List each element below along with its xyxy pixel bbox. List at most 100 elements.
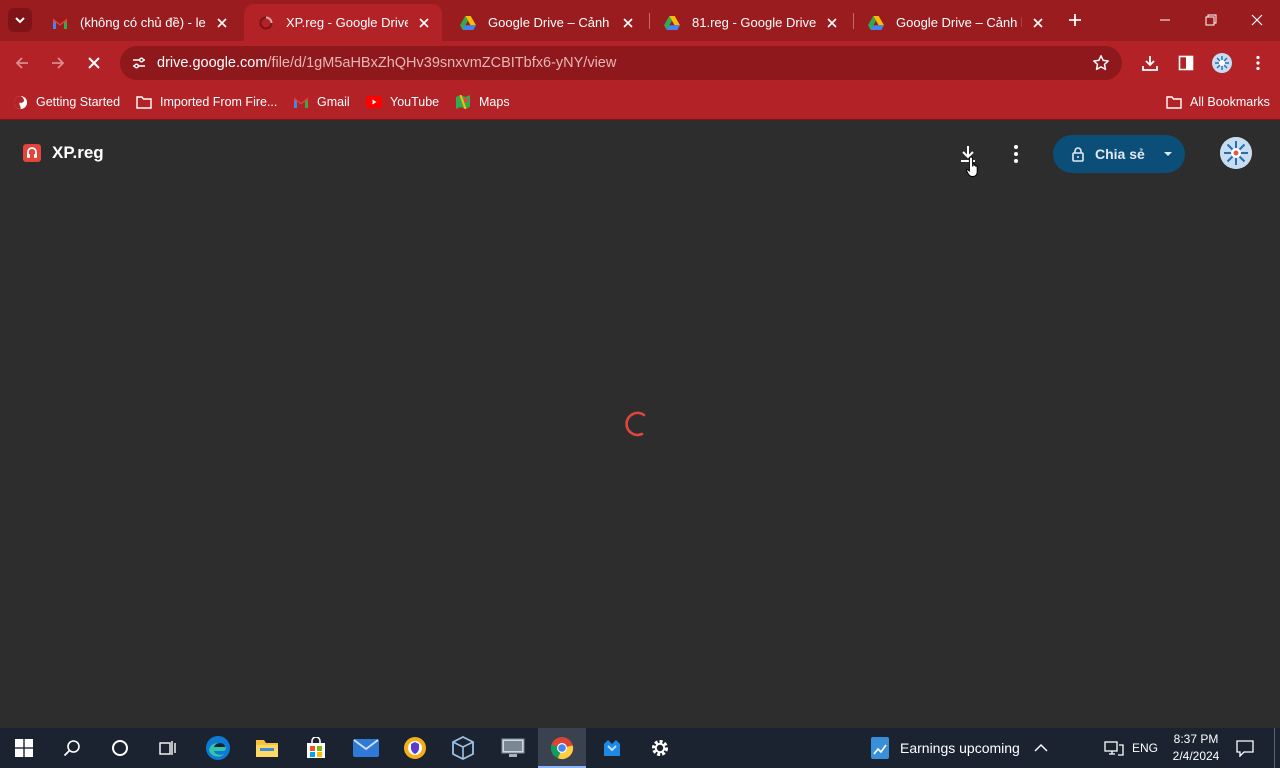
tab-gmail[interactable]: (không có chủ đề) - lecon — [38, 4, 240, 41]
news-widget[interactable]: Earnings upcoming — [870, 728, 1020, 768]
bookmark-youtube[interactable]: YouTube — [366, 91, 439, 113]
system-clock[interactable]: 8:37 PM 2/4/2024 — [1166, 731, 1226, 765]
firefox-icon — [12, 94, 28, 110]
address-bar[interactable]: drive.google.com/file/d/1gM5aHBxZhQHv39s… — [120, 46, 1122, 80]
stock-news-icon — [871, 737, 889, 759]
bookmark-imported-folder[interactable]: Imported From Fire... — [136, 91, 277, 113]
bookmark-label: Getting Started — [36, 95, 121, 109]
restore-icon — [1205, 14, 1217, 26]
taskbar-remote-desktop[interactable] — [489, 728, 537, 768]
taskbar-vpn-app[interactable] — [391, 728, 439, 768]
all-bookmarks-button[interactable]: All Bookmarks — [1166, 91, 1270, 113]
notifications-button[interactable] — [1236, 728, 1258, 768]
edge-icon — [206, 736, 230, 760]
tab-title: Google Drive – Cảnh báo — [896, 15, 1022, 30]
arrow-left-icon — [15, 57, 28, 69]
chevron-down-icon — [15, 17, 25, 24]
clock-time: 8:37 PM — [1173, 732, 1219, 746]
loading-spinner-icon — [625, 411, 646, 437]
file-name: XP.reg — [52, 143, 104, 162]
news-label: Earnings upcoming — [900, 740, 1020, 756]
bookmark-maps[interactable]: Maps — [455, 91, 510, 113]
reg-file-icon — [23, 144, 41, 162]
language-indicator[interactable]: ENG — [1132, 728, 1158, 768]
browser-menu-button[interactable] — [1246, 51, 1270, 75]
close-icon — [88, 57, 100, 69]
forward-button[interactable] — [46, 51, 70, 75]
search-icon — [63, 740, 80, 757]
caret-down-icon[interactable] — [1163, 150, 1173, 158]
virtualbox-icon — [452, 736, 474, 760]
bookmark-label: YouTube — [390, 95, 440, 109]
tab-xp-reg[interactable]: XP.reg - Google Drive — [244, 4, 442, 41]
taskbar-file-explorer[interactable] — [243, 728, 291, 768]
more-vert-icon — [1256, 55, 1260, 71]
more-vert-icon[interactable] — [1004, 142, 1028, 166]
google-drive-icon — [868, 15, 884, 31]
arrow-right-icon — [52, 57, 65, 69]
chevron-up-icon — [1034, 743, 1048, 752]
taskbar-settings[interactable] — [636, 728, 684, 768]
taskbar-mail[interactable] — [342, 728, 390, 768]
gmail-icon — [293, 94, 309, 110]
site-info-icon[interactable] — [130, 54, 148, 72]
tab-title: 81.reg - Google Drive — [692, 15, 816, 30]
task-view-button[interactable] — [144, 728, 192, 768]
back-button[interactable] — [10, 51, 34, 75]
new-tab-button[interactable] — [1064, 9, 1086, 31]
account-avatar[interactable] — [1220, 137, 1252, 169]
start-button[interactable] — [0, 728, 48, 768]
tab-title: Google Drive – Cảnh báo — [488, 15, 612, 30]
taskbar-app[interactable] — [588, 728, 636, 768]
lock-icon — [1072, 147, 1084, 162]
close-tab-icon[interactable] — [214, 15, 230, 31]
taskbar-chrome[interactable] — [538, 728, 586, 768]
close-icon — [1251, 14, 1263, 26]
bookmark-getting-started[interactable]: Getting Started — [12, 91, 120, 113]
taskbar-store[interactable] — [292, 728, 340, 768]
close-window-button[interactable] — [1242, 6, 1272, 34]
folder-icon — [1166, 94, 1182, 110]
taskbar-virtualbox[interactable] — [439, 728, 487, 768]
close-tab-icon[interactable] — [620, 15, 636, 31]
cortana-icon — [112, 740, 128, 756]
bookmark-star-icon[interactable] — [1092, 54, 1110, 72]
browser-toolbar: drive.google.com/file/d/1gM5aHBxZhQHv39s… — [0, 41, 1280, 85]
windows-taskbar: Earnings upcoming ENG 8:37 PM 2/4/2024 — [0, 728, 1280, 768]
avatar-icon — [1212, 53, 1232, 73]
bookmarks-bar: Getting Started Imported From Fire... Gm… — [0, 85, 1280, 120]
stop-loading-button[interactable] — [82, 51, 106, 75]
task-view-icon — [159, 741, 176, 755]
chrome-icon — [550, 737, 574, 760]
maps-icon — [455, 94, 471, 110]
windows-logo-icon — [15, 739, 33, 757]
tab-search-button[interactable] — [8, 8, 32, 32]
bookmark-label: Maps — [479, 95, 510, 109]
tab-81-reg[interactable]: 81.reg - Google Drive — [650, 4, 850, 41]
taskbar-edge[interactable] — [194, 728, 242, 768]
show-desktop-button[interactable] — [1274, 728, 1275, 768]
download-icon — [1142, 56, 1158, 71]
side-panel-button[interactable] — [1174, 51, 1198, 75]
shield-icon — [404, 737, 426, 759]
hand-cursor-icon — [966, 156, 978, 178]
share-label: Chia sẻ — [1095, 146, 1145, 162]
minimize-button[interactable] — [1150, 6, 1180, 34]
close-tab-icon[interactable] — [1030, 15, 1046, 31]
cortana-button[interactable] — [96, 728, 144, 768]
downloads-button[interactable] — [1138, 51, 1162, 75]
bookmark-gmail[interactable]: Gmail — [293, 91, 350, 113]
google-drive-icon — [664, 15, 680, 31]
share-button[interactable]: Chia sẻ — [1053, 135, 1185, 173]
profile-avatar[interactable] — [1210, 51, 1234, 75]
restore-button[interactable] — [1196, 6, 1226, 34]
tab-drive-warning-1[interactable]: Google Drive – Cảnh báo — [446, 4, 646, 41]
drive-file-viewer: XP.reg Chia sẻ — [0, 121, 1280, 728]
tab-drive-warning-2[interactable]: Google Drive – Cảnh báo — [854, 4, 1056, 41]
network-button[interactable] — [1104, 728, 1126, 768]
tab-title: XP.reg - Google Drive — [286, 15, 408, 30]
show-hidden-icons-button[interactable] — [1034, 728, 1052, 768]
close-tab-icon[interactable] — [824, 15, 840, 31]
search-button[interactable] — [48, 728, 96, 768]
close-tab-icon[interactable] — [416, 15, 432, 31]
